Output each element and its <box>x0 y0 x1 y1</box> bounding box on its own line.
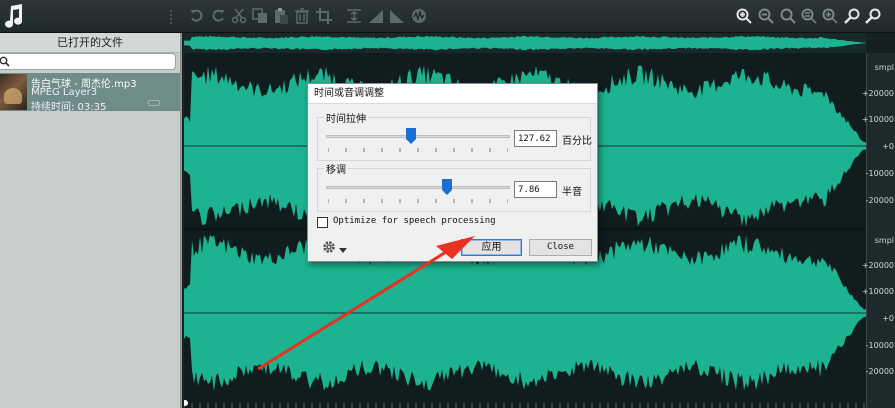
apply-button[interactable]: 应用 <box>461 239 522 256</box>
pitch-value-input[interactable] <box>514 181 557 198</box>
optimize-speech-label[interactable]: Optimize for speech processing <box>333 216 496 226</box>
crop-icon[interactable] <box>316 8 332 24</box>
list-item-file[interactable]: 告白气球 - 周杰伦.mp3 MPEG Layer3 持续时间: 03:35 <box>0 73 180 113</box>
zoom-fit-icon[interactable] <box>801 8 817 24</box>
main-toolbar <box>0 0 895 33</box>
zoom-selection-icon[interactable] <box>780 8 796 24</box>
effects-icon[interactable] <box>411 8 427 24</box>
search-input[interactable] <box>11 55 171 68</box>
time-stretch-group: 时间拉伸 百分比 <box>317 110 592 161</box>
ruler-label: +0 <box>882 314 894 323</box>
pitch-unit: 半音 <box>562 187 582 198</box>
time-pitch-dialog: 时间或音调调整 时间拉伸 百分比 移调 半音 Optimize for spee… <box>307 83 598 262</box>
amplitude-ruler: smpl +20000 +10000 +0 -10000 -20000 smpl +20000… <box>862 53 895 408</box>
panel-title: 已打开的文件 <box>0 33 180 53</box>
ruler-label: +10000 <box>861 287 894 296</box>
zoom-vertical-icon[interactable] <box>865 8 881 24</box>
normalize-icon[interactable] <box>346 8 362 24</box>
paste-icon[interactable] <box>273 8 289 24</box>
ruler-label: +0 <box>882 142 894 151</box>
time-stretch-ticks <box>328 148 508 152</box>
pitch-slider-track[interactable] <box>326 186 510 189</box>
settings-dropdown-button[interactable] <box>322 239 350 255</box>
ruler-label: -10000 <box>865 341 894 350</box>
toolbar-grip <box>170 10 176 24</box>
zoom-horizontal-icon[interactable] <box>844 8 860 24</box>
time-stretch-slider-thumb[interactable] <box>405 128 416 144</box>
opened-files-panel: 已打开的文件 告白气球 - 周杰伦.mp3 MPEG Layer3 持续时间: … <box>0 33 182 408</box>
pitch-group: 移调 半音 <box>317 161 591 212</box>
fade-out-icon[interactable] <box>389 8 405 24</box>
ruler-label: -20000 <box>865 196 894 205</box>
zoom-in-icon[interactable] <box>736 8 752 24</box>
zoom-full-icon[interactable] <box>822 8 838 24</box>
fade-in-icon[interactable] <box>368 8 384 24</box>
time-stretch-value-input[interactable] <box>514 130 557 147</box>
ruler-label: smpl <box>874 236 894 245</box>
search-icon <box>0 56 10 67</box>
pitch-label: 移调 <box>324 161 348 176</box>
ruler-label: -10000 <box>865 169 894 178</box>
file-search-box[interactable] <box>0 53 176 70</box>
music-note-icon <box>2 3 26 29</box>
delete-icon[interactable] <box>294 8 310 24</box>
pitch-slider-thumb[interactable] <box>442 179 453 195</box>
redo-icon[interactable] <box>210 8 226 24</box>
time-stretch-label: 时间拉伸 <box>324 110 368 125</box>
ruler-label: smpl <box>874 63 894 72</box>
ruler-label: -20000 <box>865 367 894 376</box>
optimize-speech-checkbox[interactable] <box>317 217 328 228</box>
ruler-label: +20000 <box>861 261 894 270</box>
ruler-label: +10000 <box>861 115 894 124</box>
dialog-title: 时间或音调调整 <box>308 84 597 104</box>
file-duration: 持续时间: 03:35 <box>31 102 107 113</box>
close-button[interactable]: Close <box>529 239 592 256</box>
zoom-out-icon[interactable] <box>758 8 774 24</box>
copy-icon[interactable] <box>252 8 268 24</box>
chevron-down-icon <box>339 244 347 257</box>
pitch-ticks <box>328 199 508 203</box>
album-art-thumbnail <box>0 74 27 110</box>
undo-icon[interactable] <box>189 8 205 24</box>
ruler-label: +20000 <box>861 89 894 98</box>
cut-icon[interactable] <box>231 8 247 24</box>
file-format: MPEG Layer3 <box>31 87 98 98</box>
time-stretch-slider-track[interactable] <box>326 135 510 138</box>
file-status-badge <box>148 100 160 106</box>
time-stretch-unit: 百分比 <box>562 136 592 147</box>
